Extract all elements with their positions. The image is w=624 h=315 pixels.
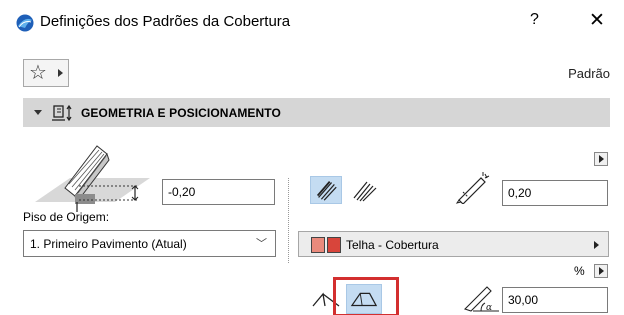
offset-input[interactable]: -0,20 xyxy=(162,179,275,205)
arrow-right-icon xyxy=(599,155,604,163)
material-swatch-icon xyxy=(311,237,341,253)
section-header-geometry[interactable]: GEOMETRIA E POSICIONAMENTO xyxy=(23,98,610,127)
floor-label: Piso de Origem: xyxy=(23,210,110,224)
shape-open-button[interactable] xyxy=(310,284,342,314)
collapse-triangle-icon[interactable] xyxy=(34,110,42,115)
help-button[interactable]: ? xyxy=(530,11,539,29)
title-bar: Definições dos Padrões da Cobertura ? ✕ xyxy=(0,0,624,46)
hatch-single-icon xyxy=(316,181,337,201)
material-label: Telha - Cobertura xyxy=(346,238,439,252)
slope-input[interactable]: 30,00 xyxy=(502,287,608,313)
arrow-right-icon xyxy=(594,241,599,249)
hatch-double-icon xyxy=(353,181,377,202)
default-label: Padrão xyxy=(568,66,610,81)
chevron-down-icon: ﹀ xyxy=(256,238,267,250)
dropdown-arrow-icon xyxy=(58,69,63,77)
roof-shape-open-icon xyxy=(312,292,340,307)
material-select[interactable]: Telha - Cobertura xyxy=(298,231,609,257)
arrow-right-icon xyxy=(599,267,604,275)
vertical-divider xyxy=(288,178,289,263)
roof-shape-closed-icon xyxy=(350,292,378,307)
slope-unit-button[interactable] xyxy=(594,264,608,278)
expand-options-button[interactable] xyxy=(594,152,608,166)
section-title: GEOMETRIA E POSICIONAMENTO xyxy=(81,106,281,120)
close-button[interactable]: ✕ xyxy=(589,9,605,32)
geometry-positioning-icon xyxy=(52,104,72,122)
thickness-pencil-icon xyxy=(455,172,490,204)
window-title: Definições dos Padrões da Cobertura xyxy=(40,13,291,30)
app-icon xyxy=(16,14,34,32)
slope-angle-icon: α xyxy=(463,286,499,313)
percent-label: % xyxy=(574,264,585,278)
hatch-double-button[interactable] xyxy=(349,176,381,204)
hatch-single-button[interactable] xyxy=(310,176,342,204)
star-icon: ☆ xyxy=(29,62,47,84)
roof-position-illustration-icon xyxy=(35,145,150,212)
shape-closed-button[interactable] xyxy=(346,284,382,314)
svg-text:α: α xyxy=(486,303,492,313)
thickness-input[interactable]: 0,20 xyxy=(502,180,608,206)
floor-select-value: 1. Primeiro Pavimento (Atual) xyxy=(30,237,187,251)
favorites-button[interactable]: ☆ xyxy=(23,59,69,87)
floor-select[interactable]: 1. Primeiro Pavimento (Atual) ﹀ xyxy=(23,230,276,257)
